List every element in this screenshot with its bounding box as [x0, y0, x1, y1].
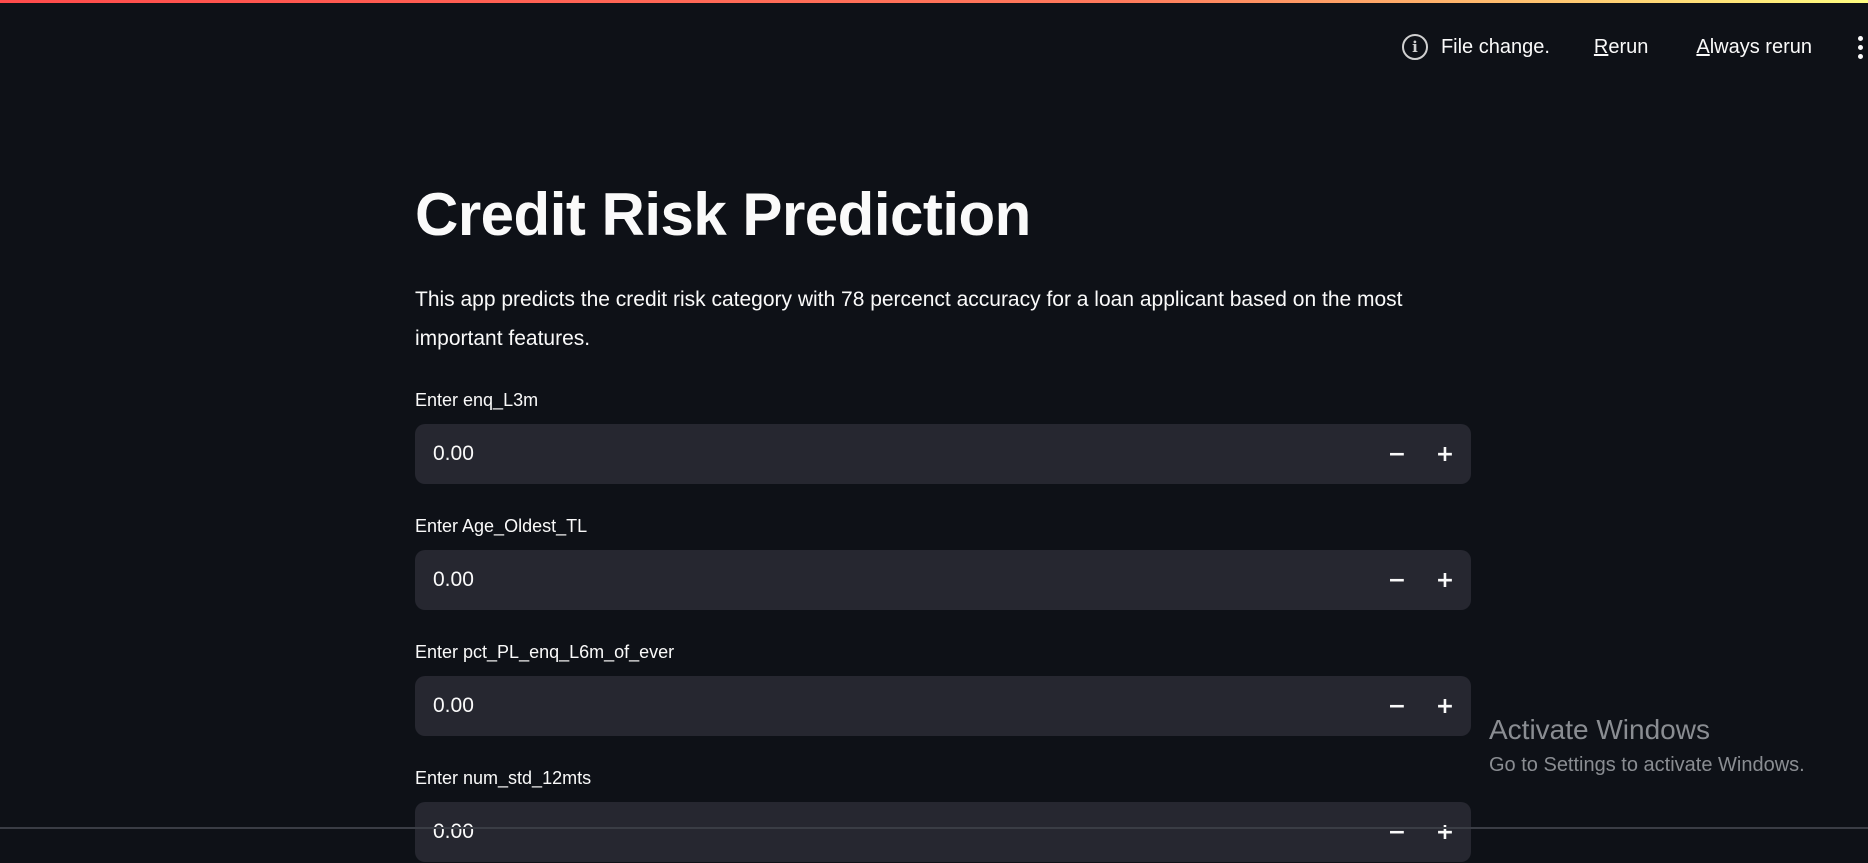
field-age-oldest-tl: Enter Age_Oldest_TL − +	[415, 514, 1473, 611]
number-input-age-oldest-tl: − +	[415, 549, 1471, 611]
windows-activation-watermark: Activate Windows Go to Settings to activ…	[1489, 712, 1805, 780]
always-rerun-button[interactable]: Always rerun	[1688, 32, 1820, 63]
file-change-message: File change.	[1440, 35, 1550, 58]
field-label: Enter enq_L3m	[415, 390, 539, 410]
field-pct-pl-enq: Enter pct_PL_enq_L6m_of_ever − +	[415, 640, 1473, 737]
file-change-status: i File change.	[1401, 34, 1550, 60]
top-decoration-bar	[0, 0, 1868, 3]
field-num-std-12mts: Enter num_std_12mts − +	[415, 766, 1473, 863]
decrement-button[interactable]: −	[1373, 676, 1421, 736]
age-oldest-tl-input[interactable]	[415, 549, 1373, 611]
watermark-title: Activate Windows	[1489, 714, 1710, 745]
page-title: Credit Risk Prediction	[415, 181, 1031, 248]
field-enq-l3m: Enter enq_L3m − +	[415, 388, 1473, 485]
rerun-button[interactable]: Rerun	[1586, 32, 1656, 63]
pct-pl-enq-input[interactable]	[415, 675, 1373, 737]
kebab-menu-icon[interactable]	[1852, 30, 1868, 64]
status-bar: i File change. Rerun Always rerun	[1401, 30, 1868, 64]
app-description: This app predicts the credit risk catego…	[415, 288, 1403, 350]
field-label: Enter Age_Oldest_TL	[415, 516, 588, 536]
rerun-label: erun	[1608, 35, 1649, 58]
number-input-num-std-12mts: − +	[415, 801, 1471, 863]
watermark-subtitle: Go to Settings to activate Windows.	[1489, 754, 1805, 776]
info-icon: i	[1401, 34, 1428, 60]
main-content: Credit Risk Prediction This app predicts…	[415, 175, 1473, 863]
num-std-12mts-input[interactable]	[415, 801, 1373, 863]
increment-button[interactable]: +	[1421, 802, 1469, 862]
number-input-enq-l3m: − +	[415, 423, 1471, 485]
enq-l3m-input[interactable]	[415, 423, 1373, 485]
increment-button[interactable]: +	[1421, 676, 1469, 736]
field-label: Enter num_std_12mts	[415, 768, 592, 788]
decrement-button[interactable]: −	[1373, 550, 1421, 610]
number-input-pct-pl-enq: − +	[415, 675, 1471, 737]
always-rerun-access-key: A	[1696, 35, 1710, 58]
decrement-button[interactable]: −	[1373, 424, 1421, 484]
decrement-button[interactable]: −	[1373, 802, 1421, 862]
field-label: Enter pct_PL_enq_L6m_of_ever	[415, 642, 675, 662]
increment-button[interactable]: +	[1421, 550, 1469, 610]
rerun-access-key: R	[1593, 35, 1609, 58]
increment-button[interactable]: +	[1421, 424, 1469, 484]
always-rerun-label: lways rerun	[1709, 35, 1812, 58]
